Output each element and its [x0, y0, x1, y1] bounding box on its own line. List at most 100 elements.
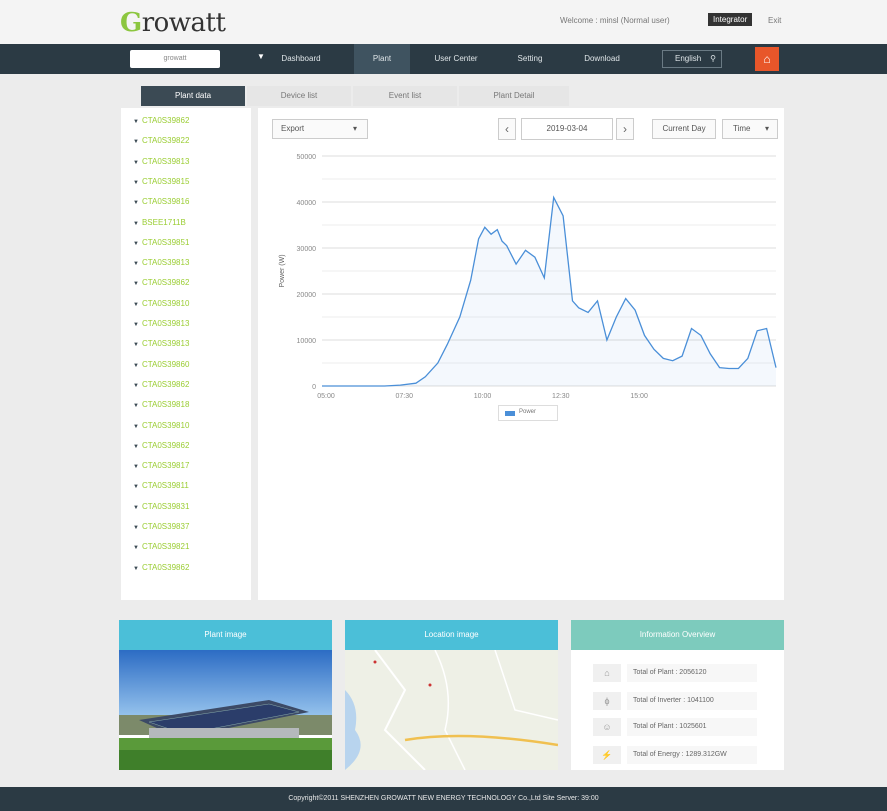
triangle-icon: ▼ [133, 464, 139, 471]
device-list-item[interactable]: ▼ CTA0S39815 [133, 177, 189, 186]
device-list-item[interactable]: ▼ CTA0S39862 [133, 563, 189, 572]
device-list-item[interactable]: ▼ CTA0S39816 [133, 197, 189, 206]
role-badge[interactable]: Integrator [708, 13, 753, 26]
device-list-item[interactable]: ▼ CTA0S39813 [133, 157, 189, 166]
device-list-item[interactable]: ▼ CTA0S39813 [133, 339, 189, 348]
series-area [322, 197, 776, 386]
nav-plant[interactable]: Plant [354, 44, 410, 74]
triangle-icon: ▼ [133, 119, 139, 125]
device-list-item[interactable]: ▼ CTA0S39811 [133, 481, 189, 490]
logo[interactable]: Growatt [120, 8, 226, 38]
device-sn: CTA0S39816 [141, 197, 190, 207]
device-list-item[interactable]: ▼ CTA0S39810 [133, 421, 189, 430]
tab-plant-data[interactable]: Plant data [141, 86, 245, 106]
triangle-icon: ▼ [133, 362, 139, 369]
device-list-item[interactable]: ▼ CTA0S39813 [133, 319, 189, 328]
home-icon[interactable]: ⌂ [755, 47, 779, 71]
plant-select[interactable]: growatt [130, 50, 220, 68]
device-sn: CTA0S39851 [141, 237, 190, 247]
nav-user-center[interactable]: User Center [424, 44, 488, 74]
power-chart: 0 10000 20000 30000 40000 50000 05:00 07:30 10:0… [279, 154, 777, 400]
triangle-icon: ▼ [133, 179, 139, 186]
device-sn: CTA0S39813 [141, 339, 190, 349]
triangle-icon: ▼ [133, 200, 139, 207]
device-list-item[interactable]: ▼ BSEE1711B [133, 218, 186, 227]
prev-day-button[interactable]: ‹ [498, 118, 516, 140]
device-sn: CTA0S39813 [141, 258, 190, 268]
nav-dashboard[interactable]: Dashboard [272, 44, 330, 74]
device-sn: CTA0S39818 [141, 400, 190, 410]
device-sn: CTA0S39862 [141, 562, 190, 572]
device-list-item[interactable]: ▼ CTA0S39860 [133, 360, 189, 369]
footer: Copyright©2011 SHENZHEN GROWATT NEW ENER… [0, 787, 887, 811]
export-select[interactable]: Export ▾ [272, 119, 368, 139]
device-list-item[interactable]: ▼ CTA0S39821 [133, 542, 189, 551]
chevron-down-icon: ▾ [352, 124, 357, 133]
card-title: Plant image [119, 620, 332, 650]
device-list-item[interactable]: ▼ CTA0S39831 [133, 502, 189, 511]
info-row-energy: ⚡ Total of Energy : 1289.312GW [593, 746, 763, 764]
device-list-item[interactable]: ▼ CTA0S39822 [133, 136, 189, 145]
device-list-item[interactable]: ▼ CTA0S39851 [133, 238, 189, 247]
device-sn: CTA0S39811 [141, 481, 189, 491]
triangle-icon: ▼ [133, 525, 139, 531]
device-sn: CTA0S39831 [141, 501, 190, 511]
next-day-button[interactable]: › [616, 118, 634, 140]
device-list-item[interactable]: ▼ CTA0S39862 [133, 441, 189, 450]
x-tick-label: 15:00 [630, 393, 648, 400]
plant-icon: ⌂ [593, 664, 621, 682]
device-list-item[interactable]: ▼ CTA0S39837 [133, 522, 189, 531]
exit-link[interactable]: Exit [768, 16, 781, 25]
inverter-icon: ϕ [593, 692, 621, 710]
triangle-icon: ▼ [133, 484, 139, 491]
y-tick-label: 20000 [297, 292, 317, 299]
device-sn: CTA0S39810 [141, 298, 190, 308]
y-tick-label: 50000 [297, 154, 317, 161]
search-icon[interactable]: ⚲ [710, 51, 716, 67]
triangle-icon: ▼ [133, 220, 139, 227]
energy-icon: ⚡ [593, 746, 621, 764]
tab-event-list[interactable]: Event list [353, 86, 457, 106]
nav-setting[interactable]: Setting [502, 44, 558, 74]
card-title: Information Overview [571, 620, 784, 650]
y-tick-label: 0 [312, 384, 316, 391]
device-sn: CTA0S39862 [141, 379, 190, 389]
language-label: English [675, 54, 702, 63]
device-list-item[interactable]: ▼ CTA0S39862 [133, 278, 189, 287]
triangle-icon: ▼ [133, 281, 139, 288]
device-list-item[interactable]: ▼ CTA0S39818 [133, 400, 189, 409]
information-overview-card: Information Overview ⌂ Total of Plant : … [571, 620, 784, 770]
user-icon: ☺ [593, 718, 621, 736]
card-title: Location image [345, 620, 558, 650]
device-list: ▼ CTA0S39862 ▼ CTA0S39822 ▼ CTA0S39813 ▼ CTA0S3… [121, 108, 251, 600]
language-select[interactable]: English ⚲ [662, 50, 722, 68]
device-list-item[interactable]: ▼ CTA0S39862 [133, 116, 189, 125]
info-row-plants: ⌂ Total of Plant : 2056120 [593, 664, 763, 682]
nav-download[interactable]: Download [572, 44, 632, 74]
triangle-icon: ▼ [133, 240, 139, 247]
device-sn: CTA0S39862 [141, 278, 190, 288]
header: Growatt Welcome : minsl (Normal user) In… [0, 0, 887, 44]
device-list-item[interactable]: ▼ CTA0S39813 [133, 258, 189, 267]
location-image-card: Location image [345, 620, 558, 770]
tab-device-list[interactable]: Device list [247, 86, 351, 106]
location-map[interactable] [345, 650, 558, 770]
tab-plant-detail[interactable]: Plant Detail [459, 86, 569, 106]
device-sn: CTA0S39821 [141, 542, 190, 552]
device-list-item[interactable]: ▼ CTA0S39810 [133, 299, 189, 308]
triangle-icon: ▼ [133, 322, 139, 328]
device-sn: CTA0S39862 [141, 116, 190, 125]
device-sn: CTA0S39813 [141, 319, 190, 328]
triangle-icon: ▼ [133, 261, 139, 268]
triangle-icon: ▼ [133, 545, 139, 552]
x-tick-label: 12:30 [552, 393, 570, 400]
current-day-button[interactable]: Current Day [652, 119, 716, 139]
device-list-item[interactable]: ▼ CTA0S39862 [133, 380, 189, 389]
device-list-item[interactable]: ▼ CTA0S39817 [133, 461, 189, 470]
dropdown-arrow-icon[interactable]: ▼ [257, 52, 265, 61]
date-input[interactable]: 2019-03-04 [521, 118, 613, 140]
chart-legend[interactable]: Power [498, 405, 558, 421]
device-sn: CTA0S39862 [141, 440, 190, 450]
x-tick-label: 10:00 [474, 393, 492, 400]
time-select[interactable]: Time ▾ [722, 119, 778, 139]
